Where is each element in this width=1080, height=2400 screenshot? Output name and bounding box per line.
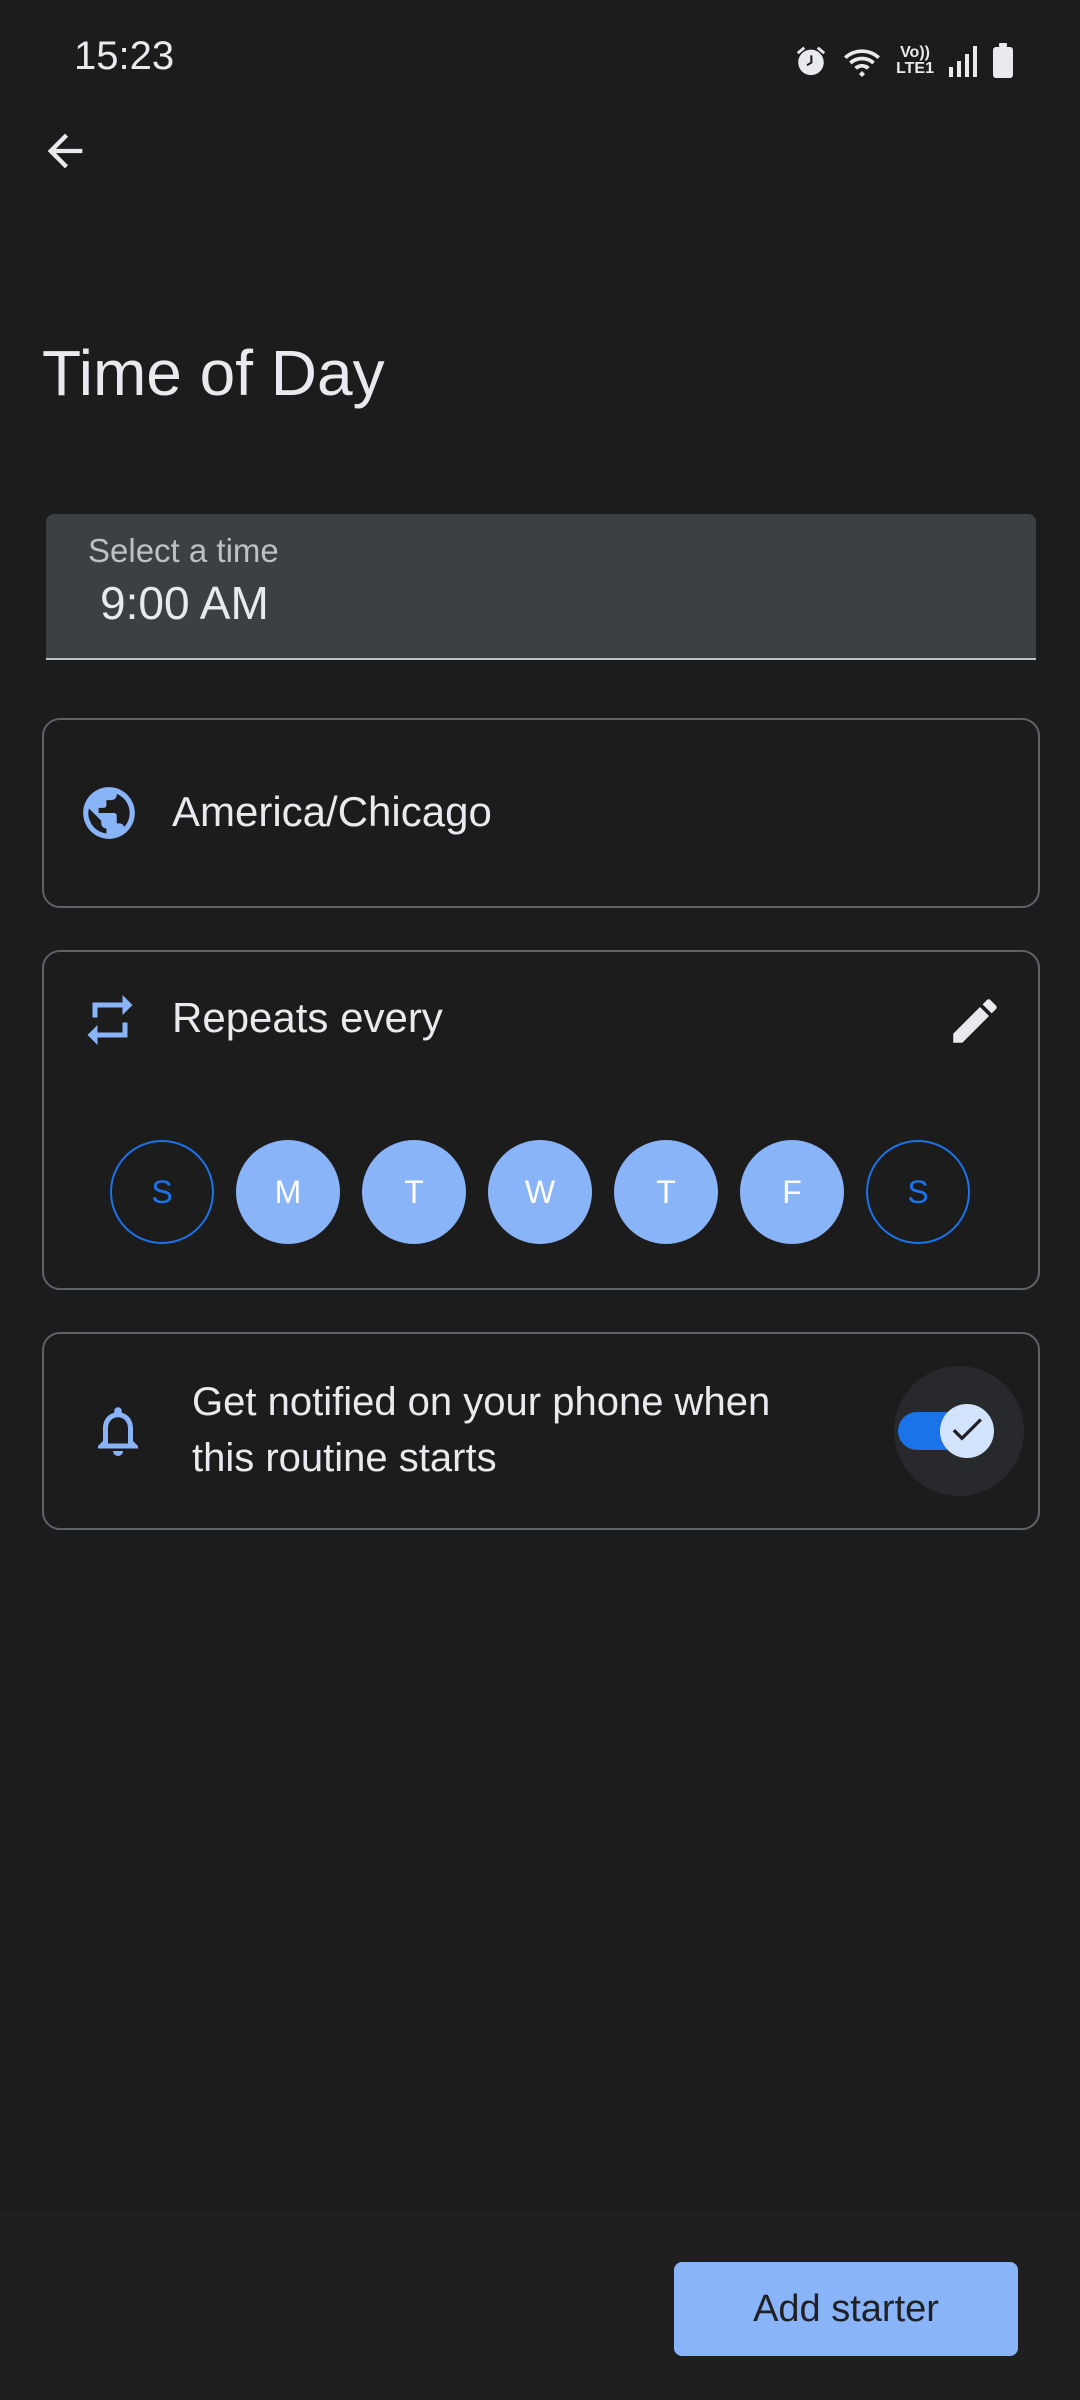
bell-icon [88,1398,148,1464]
page-title: Time of Day [42,337,385,409]
time-field-label: Select a time [88,532,279,569]
day-thursday[interactable]: T [614,1140,718,1244]
repeat-label: Repeats every [172,994,443,1041]
bottom-bar: Add starter [0,2210,1080,2400]
status-bar: 15:23 Vo)) LTE1 [0,0,1080,120]
day-friday[interactable]: F [740,1140,844,1244]
day-wednesday[interactable]: W [488,1140,592,1244]
days-row: S M T W T F S [110,1140,970,1244]
volte-indicator: Vo)) LTE1 [896,45,934,77]
day-monday[interactable]: M [236,1140,340,1244]
repeat-icon [80,990,140,1050]
pencil-icon [946,992,1004,1055]
notify-toggle[interactable] [894,1366,1024,1496]
check-icon [947,1409,987,1454]
signal-icon [948,45,978,77]
back-button[interactable] [30,118,100,188]
volte-line1: Vo)) [900,44,930,61]
time-select-field[interactable]: Select a time 9:00 AM [46,514,1036,660]
notify-label: Get notified on your phone when this rou… [192,1380,771,1480]
time-field-value[interactable]: 9:00 AM [100,576,269,630]
notify-card: Get notified on your phone when this rou… [42,1332,1040,1530]
day-sunday[interactable]: S [110,1140,214,1244]
arrow-back-icon [39,125,91,182]
toggle-thumb [940,1404,994,1458]
timezone-label: America/Chicago [172,788,492,835]
day-saturday[interactable]: S [866,1140,970,1244]
battery-icon [992,43,1014,79]
repeat-card: Repeats every S M T W T F S [42,950,1040,1290]
alarm-icon [794,44,828,78]
edit-repeat-button[interactable] [940,988,1010,1058]
status-icons: Vo)) LTE1 [794,40,1014,82]
day-tuesday[interactable]: T [362,1140,466,1244]
add-starter-button[interactable]: Add starter [674,2262,1018,2356]
status-time: 15:23 [74,34,175,78]
volte-line2: LTE1 [896,60,934,77]
globe-icon [78,782,140,844]
timezone-card[interactable]: America/Chicago [42,718,1040,908]
wifi-icon [842,44,882,78]
